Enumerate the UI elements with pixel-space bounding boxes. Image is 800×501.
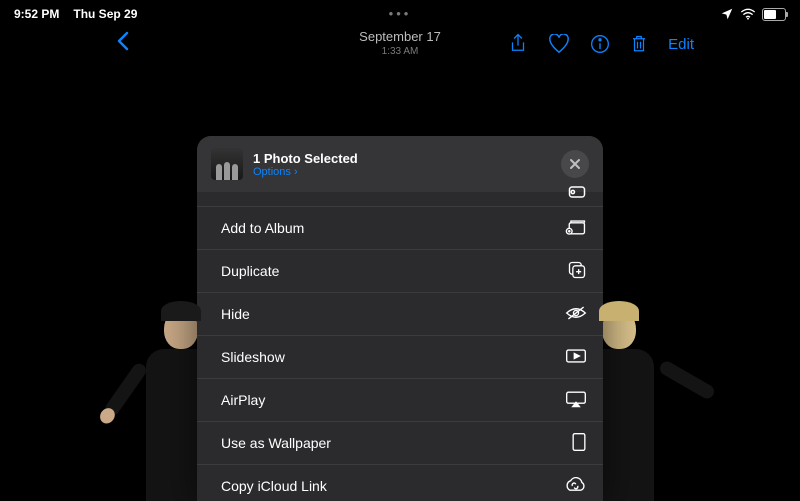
row-label: Duplicate	[221, 263, 279, 279]
sheet-options-link[interactable]: Options ›	[253, 166, 358, 178]
nav-title: September 17 1:33 AM	[359, 29, 441, 59]
heart-icon[interactable]	[548, 34, 570, 54]
share-icon[interactable]	[508, 33, 528, 55]
row-label: AirPlay	[221, 392, 265, 408]
sheet-title: 1 Photo Selected	[253, 151, 358, 166]
share-sheet: 1 Photo Selected Options › Add to Album …	[197, 136, 603, 501]
selected-thumbnail[interactable]	[211, 148, 243, 180]
generic-action-icon	[567, 184, 587, 205]
row-label: Hide	[221, 306, 250, 322]
row-label: Use as Wallpaper	[221, 435, 331, 451]
status-time: 9:52 PM	[14, 7, 59, 21]
cloud-link-icon	[563, 477, 587, 496]
duplicate-icon	[567, 260, 587, 283]
wifi-icon	[740, 8, 756, 20]
airplay-icon	[565, 390, 587, 411]
action-add-to-album[interactable]: Add to Album	[197, 207, 603, 250]
row-label: Slideshow	[221, 349, 285, 365]
photo-date: September 17	[359, 29, 441, 44]
location-icon	[720, 7, 734, 21]
nav-bar: September 17 1:33 AM Edit	[0, 24, 800, 64]
chevron-right-icon: ›	[294, 166, 298, 178]
eye-slash-icon	[565, 305, 587, 324]
battery-icon	[762, 8, 786, 21]
trash-icon[interactable]	[630, 34, 648, 54]
device-frame: 9:52 PM Thu Sep 29 ••• September 17 1:33…	[0, 0, 800, 501]
album-icon	[565, 218, 587, 239]
action-duplicate[interactable]: Duplicate	[197, 250, 603, 293]
edit-button[interactable]: Edit	[668, 36, 694, 53]
device-icon	[571, 432, 587, 455]
status-bar: 9:52 PM Thu Sep 29 •••	[0, 0, 800, 24]
photo-time: 1:33 AM	[359, 44, 441, 59]
action-row-partial[interactable]	[197, 192, 603, 207]
share-sheet-header: 1 Photo Selected Options ›	[197, 136, 603, 192]
action-use-as-wallpaper[interactable]: Use as Wallpaper	[197, 422, 603, 465]
row-label: Add to Album	[221, 220, 304, 236]
multitask-dots[interactable]: •••	[389, 6, 412, 21]
back-button[interactable]	[116, 30, 130, 58]
info-icon[interactable]	[590, 34, 610, 54]
play-rect-icon	[565, 348, 587, 367]
status-date: Thu Sep 29	[73, 7, 137, 21]
action-copy-icloud-link[interactable]: Copy iCloud Link	[197, 465, 603, 501]
action-hide[interactable]: Hide	[197, 293, 603, 336]
action-slideshow[interactable]: Slideshow	[197, 336, 603, 379]
close-button[interactable]	[561, 150, 589, 178]
action-airplay[interactable]: AirPlay	[197, 379, 603, 422]
row-label: Copy iCloud Link	[221, 478, 327, 494]
